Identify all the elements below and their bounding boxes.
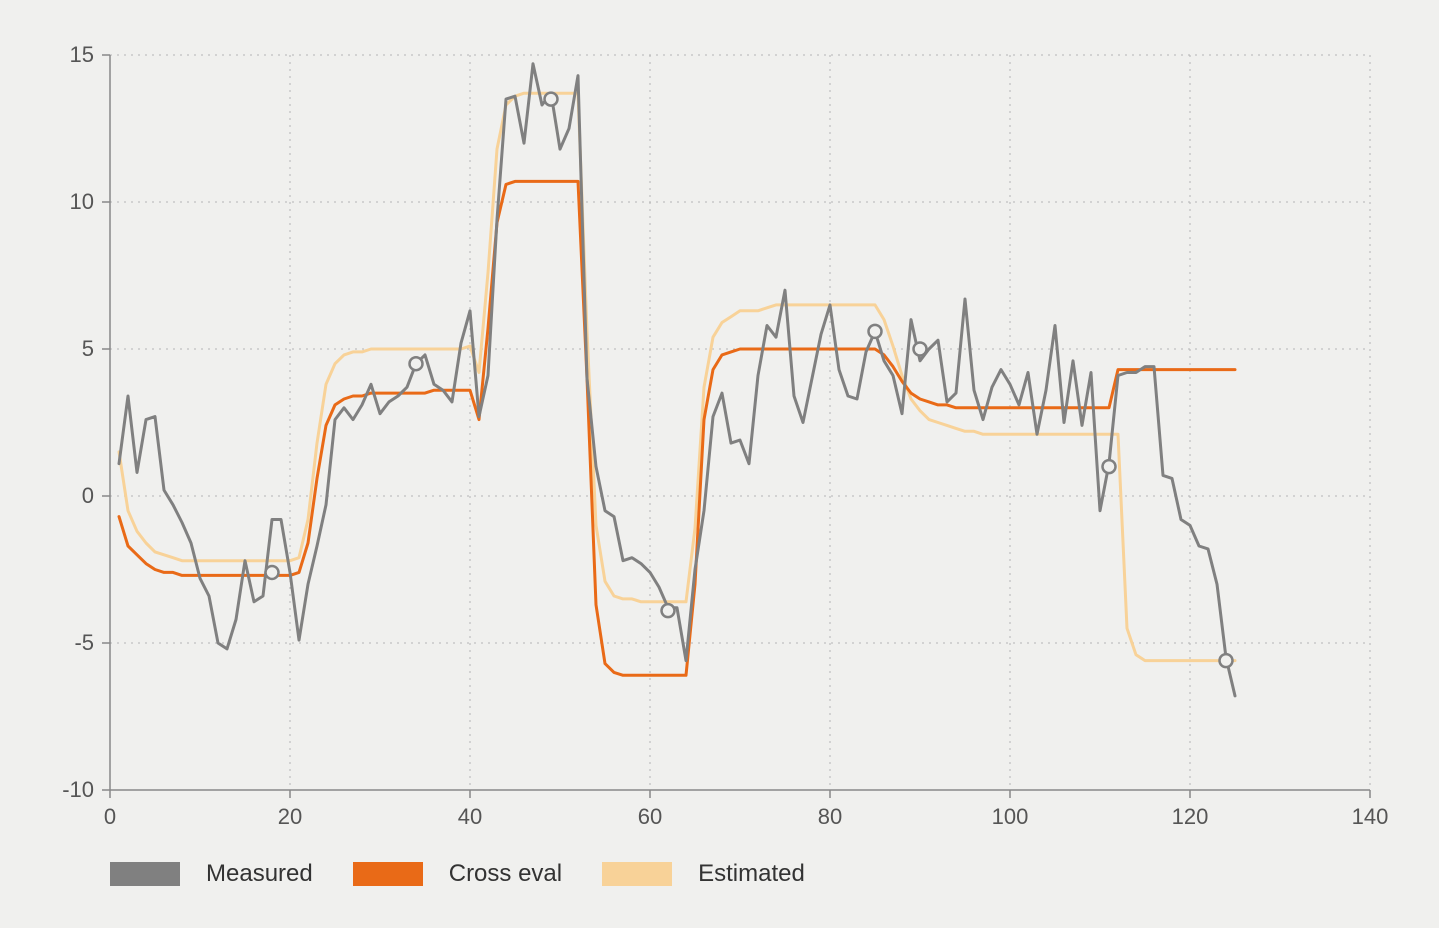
- legend: Measured Cross eval Estimated: [110, 860, 805, 888]
- x-tick-label: 40: [458, 804, 482, 829]
- x-tick-label: 140: [1352, 804, 1389, 829]
- x-tick-label: 0: [104, 804, 116, 829]
- legend-item-measured: Measured: [110, 860, 313, 888]
- y-tick-label: 10: [70, 189, 94, 214]
- legend-swatch-estimated: [602, 862, 672, 886]
- legend-swatch-measured: [110, 862, 180, 886]
- marker-point: [266, 566, 279, 579]
- x-tick-label: 80: [818, 804, 842, 829]
- marker-point: [1103, 460, 1116, 473]
- marker-point: [1220, 654, 1233, 667]
- y-tick-label: 0: [82, 483, 94, 508]
- line-chart: 0 20 40 60 80 100 120 140 -10 -5 0 5 10 15: [0, 0, 1439, 928]
- x-tick-label: 100: [992, 804, 1029, 829]
- y-tick-label: -5: [74, 630, 94, 655]
- legend-label-cross: Cross eval: [449, 860, 562, 888]
- chart-container: 0 20 40 60 80 100 120 140 -10 -5 0 5 10 15 Measured C…: [0, 0, 1439, 928]
- marker-point: [869, 325, 882, 338]
- y-tick-label: 15: [70, 42, 94, 67]
- legend-label-measured: Measured: [206, 860, 313, 888]
- legend-swatch-cross: [353, 862, 423, 886]
- x-tick-label: 120: [1172, 804, 1209, 829]
- y-tick-label: 5: [82, 336, 94, 361]
- legend-label-estimated: Estimated: [698, 860, 805, 888]
- x-tick-label: 20: [278, 804, 302, 829]
- marker-point: [662, 604, 675, 617]
- marker-point: [914, 343, 927, 356]
- legend-item-estimated: Estimated: [602, 860, 805, 888]
- legend-item-cross: Cross eval: [353, 860, 562, 888]
- marker-point: [410, 357, 423, 370]
- y-tick-label: -10: [62, 777, 94, 802]
- marker-point: [545, 93, 558, 106]
- x-tick-label: 60: [638, 804, 662, 829]
